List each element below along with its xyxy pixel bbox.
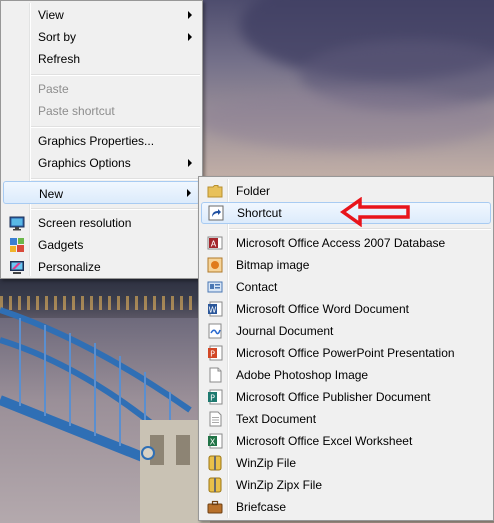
new-item-contact[interactable]: Contact (201, 276, 491, 298)
contact-icon (207, 281, 223, 293)
menu-item-label: Microsoft Office Word Document (236, 302, 409, 316)
menu-item-label: Gadgets (38, 238, 84, 252)
folder-icon (207, 185, 223, 198)
menu-separator (31, 208, 200, 210)
menu-item-label: Paste shortcut (38, 104, 115, 118)
submenu-arrow-icon (188, 33, 192, 41)
access-icon: A (207, 236, 223, 250)
powerpoint-icon: P (208, 345, 223, 361)
menu-item-label: WinZip File (236, 456, 297, 470)
menu-item-screen-resolution[interactable]: Screen resolution (3, 212, 200, 234)
new-item-winzip[interactable]: WinZip File (201, 452, 491, 474)
menu-separator (229, 228, 491, 230)
menu-separator (31, 178, 200, 180)
shortcut-icon (208, 205, 224, 221)
menu-item-label: Graphics Options (38, 156, 131, 170)
new-item-access-database[interactable]: A Microsoft Office Access 2007 Database (201, 232, 491, 254)
menu-item-label: New (39, 187, 64, 201)
menu-item-new[interactable]: New (3, 181, 200, 204)
new-item-winzip-zipx[interactable]: WinZip Zipx File (201, 474, 491, 496)
desktop-context-menu: View Sort by Refresh Paste Paste shortcu… (0, 0, 203, 279)
menu-item-label: Sort by (38, 30, 77, 44)
menu-item-label: Microsoft Office Publisher Document (236, 390, 431, 404)
svg-text:X: X (210, 438, 216, 447)
sky-cloud (200, 90, 494, 150)
new-item-journal-document[interactable]: Journal Document (201, 320, 491, 342)
svg-text:W: W (209, 306, 217, 315)
menu-item-graphics-options[interactable]: Graphics Options (3, 152, 200, 174)
menu-item-label: Folder (236, 184, 271, 198)
menu-item-label: Text Document (236, 412, 317, 426)
submenu-arrow-icon (188, 159, 192, 167)
menu-separator (31, 74, 200, 76)
menu-item-label: Screen resolution (38, 216, 132, 230)
menu-item-label: Graphics Properties... (38, 134, 155, 148)
new-item-bitmap[interactable]: Bitmap image (201, 254, 491, 276)
menu-item-sort-by[interactable]: Sort by (3, 26, 200, 48)
excel-icon: X (208, 433, 223, 449)
new-item-excel[interactable]: X Microsoft Office Excel Worksheet (201, 430, 491, 452)
menu-item-label: Microsoft Office PowerPoint Presentation (236, 346, 455, 360)
text-document-icon (209, 411, 222, 427)
menu-item-label: WinZip Zipx File (236, 478, 323, 492)
menu-item-label: Briefcase (236, 500, 287, 514)
winzip-icon (208, 455, 222, 471)
new-item-word-document[interactable]: W Microsoft Office Word Document (201, 298, 491, 320)
menu-item-personalize[interactable]: Personalize (3, 256, 200, 278)
briefcase-icon (207, 500, 223, 514)
word-icon: W (208, 301, 223, 317)
screen-resolution-icon (9, 216, 25, 231)
gadgets-icon (10, 238, 24, 252)
new-item-photoshop[interactable]: Adobe Photoshop Image (201, 364, 491, 386)
red-arrow-annotation-icon (340, 197, 410, 227)
svg-text:A: A (211, 240, 217, 249)
personalize-icon (10, 261, 24, 274)
tower-bridge-image (0, 307, 210, 523)
new-item-powerpoint[interactable]: P Microsoft Office PowerPoint Presentati… (201, 342, 491, 364)
publisher-icon: P (208, 389, 223, 405)
submenu-arrow-icon (187, 189, 191, 197)
menu-item-label: Adobe Photoshop Image (236, 368, 369, 382)
menu-item-label: Bitmap image (236, 258, 310, 272)
svg-text:P: P (210, 394, 215, 403)
menu-item-paste: Paste (3, 78, 200, 100)
menu-item-label: Microsoft Office Excel Worksheet (236, 434, 413, 448)
menu-item-label: Paste (38, 82, 69, 96)
menu-item-label: Personalize (38, 260, 101, 274)
new-submenu: Folder Shortcut A Microsoft Office Acces… (198, 176, 494, 521)
menu-item-graphics-properties[interactable]: Graphics Properties... (3, 130, 200, 152)
menu-item-refresh[interactable]: Refresh (3, 48, 200, 70)
menu-item-label: Contact (236, 280, 278, 294)
menu-item-label: View (38, 8, 64, 22)
new-item-publisher[interactable]: P Microsoft Office Publisher Document (201, 386, 491, 408)
menu-item-view[interactable]: View (3, 4, 200, 26)
menu-item-gadgets[interactable]: Gadgets (3, 234, 200, 256)
menu-item-label: Shortcut (237, 206, 282, 220)
photoshop-icon (209, 367, 222, 383)
menu-item-label: Refresh (38, 52, 81, 66)
menu-item-label: Microsoft Office Access 2007 Database (236, 236, 446, 250)
menu-item-label: Journal Document (236, 324, 334, 338)
submenu-arrow-icon (188, 11, 192, 19)
new-item-text-document[interactable]: Text Document (201, 408, 491, 430)
svg-text:P: P (210, 350, 215, 359)
menu-separator (31, 126, 200, 128)
winzip-zipx-icon (208, 477, 222, 493)
menu-item-paste-shortcut: Paste shortcut (3, 100, 200, 122)
bitmap-icon (207, 257, 223, 273)
journal-icon (208, 323, 222, 339)
new-item-briefcase[interactable]: Briefcase (201, 496, 491, 518)
